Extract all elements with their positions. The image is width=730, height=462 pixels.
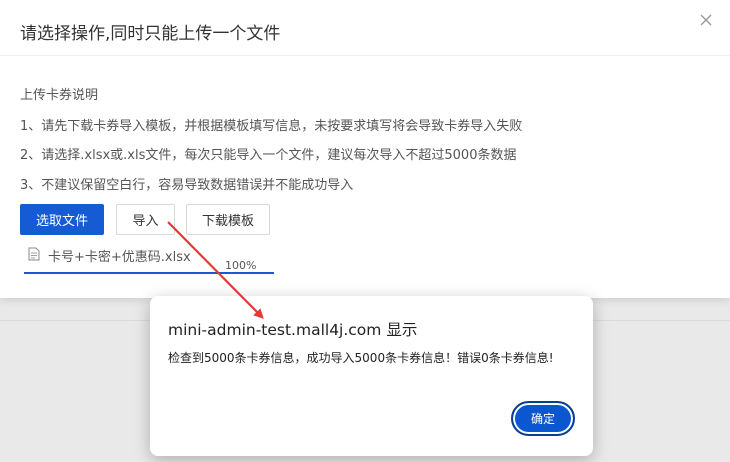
file-name: 卡号+卡密+优惠码.xlsx — [48, 250, 191, 265]
browser-alert-dialog: mini-admin-test.mall4j.com 显示 检查到5000条卡券… — [150, 296, 593, 456]
instruction-line-1: 1、请先下载卡券导入模板，并根据模板填写信息，未按要求填写将会导致卡券导入失败 — [20, 119, 523, 134]
upload-dialog: 请选择操作,同时只能上传一个文件 上传卡券说明 1、请先下载卡券导入模板，并根据… — [0, 0, 730, 298]
close-icon[interactable] — [698, 12, 714, 28]
instructions-heading: 上传卡券说明 — [20, 88, 99, 103]
document-icon — [28, 247, 40, 261]
dialog-title: 请选择操作,同时只能上传一个文件 — [20, 24, 281, 44]
dialog-header: 请选择操作,同时只能上传一个文件 — [0, 0, 730, 56]
instruction-line-3: 3、不建议保留空白行，容易导致数据错误并不能成功导入 — [20, 178, 354, 193]
alert-message: 检查到5000条卡券信息，成功导入5000条卡券信息！错误0条卡券信息! — [168, 351, 554, 365]
uploaded-file-item[interactable]: 卡号+卡密+优惠码.xlsx 100% — [24, 243, 274, 275]
upload-progress-bar — [24, 272, 274, 274]
instruction-line-2: 2、请选择.xlsx或.xls文件，每次只能导入一个文件，建议每次导入不超过50… — [20, 148, 517, 163]
alert-ok-button[interactable]: 确定 — [511, 401, 575, 436]
download-template-button[interactable]: 下载模板 — [186, 204, 270, 235]
progress-percent: 100% — [225, 259, 257, 272]
select-file-button[interactable]: 选取文件 — [20, 204, 104, 235]
alert-title: mini-admin-test.mall4j.com 显示 — [168, 321, 418, 339]
import-button[interactable]: 导入 — [116, 204, 175, 235]
